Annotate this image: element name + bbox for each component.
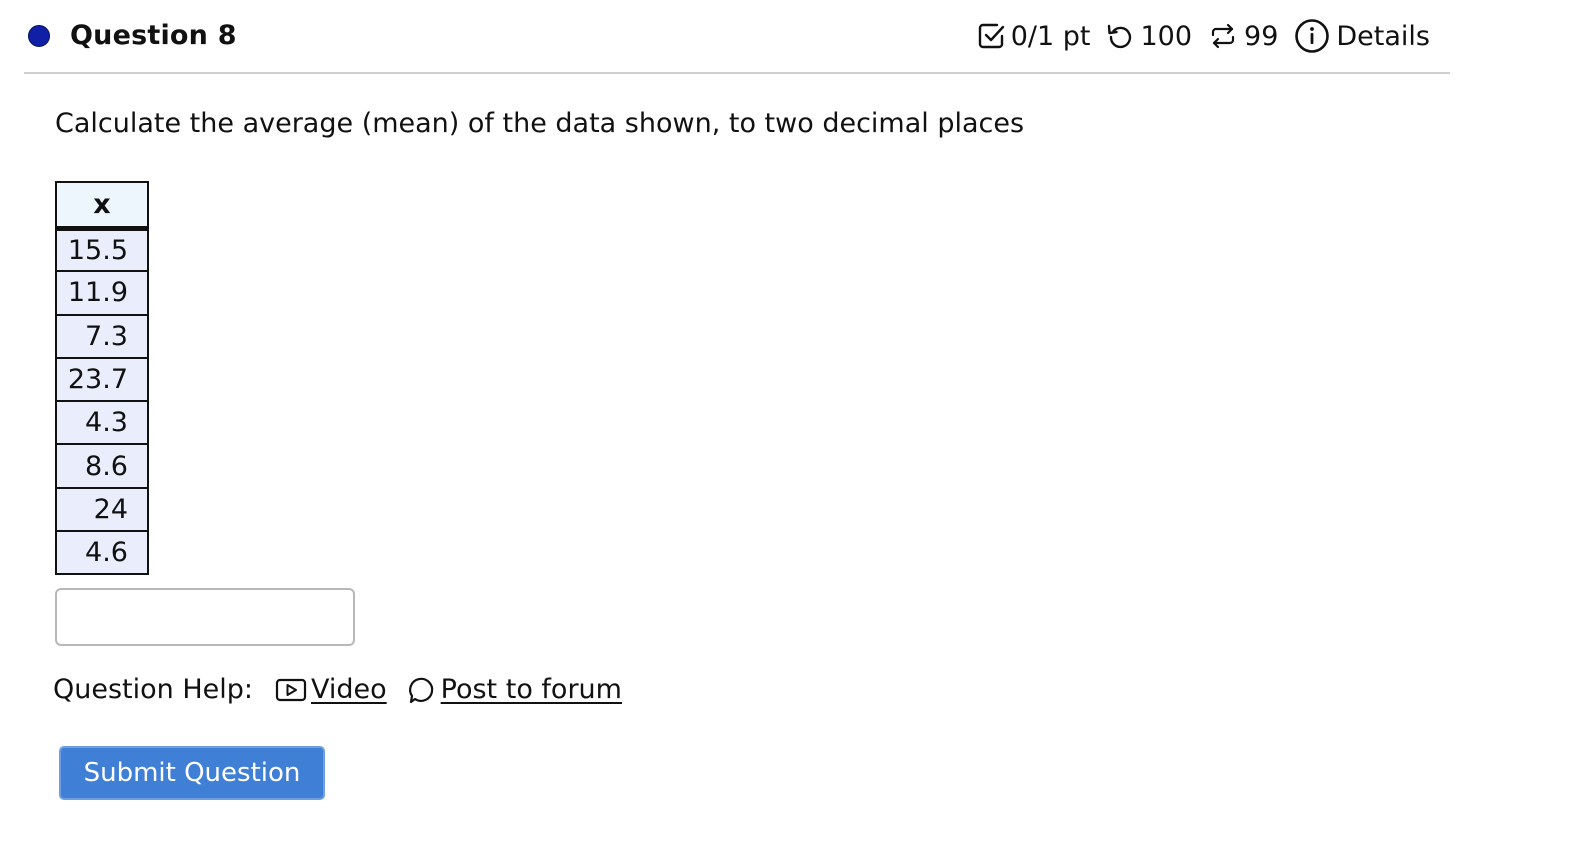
- repeat-icon: [1208, 21, 1238, 51]
- table-row: 8.6: [55, 443, 149, 489]
- table-cell: 11.9: [55, 270, 149, 316]
- versions-indicator: 99: [1208, 21, 1278, 52]
- table-cell: 24: [55, 486, 149, 533]
- table-cell: 7.3: [55, 313, 149, 359]
- score-indicator: 0/1 pt: [977, 20, 1091, 52]
- table-cell: 4.3: [55, 400, 149, 446]
- table-row: 23.7: [55, 356, 149, 403]
- question-prompt: Calculate the average (mean) of the data…: [55, 108, 1025, 139]
- info-icon: [1294, 18, 1330, 54]
- post-to-forum-link[interactable]: Post to forum: [407, 674, 622, 705]
- table-row: 24: [55, 486, 149, 533]
- question-meta: 0/1 pt 100 99 Details: [977, 18, 1430, 54]
- submit-question-button[interactable]: Submit Question: [59, 746, 325, 800]
- checkbox-icon: [977, 22, 1005, 50]
- video-label[interactable]: Video: [311, 674, 387, 705]
- undo-icon: [1106, 22, 1134, 50]
- status-dot: [28, 25, 50, 47]
- post-to-forum-label[interactable]: Post to forum: [441, 674, 622, 705]
- table-row: 15.5: [55, 226, 149, 273]
- retries-text: 100: [1140, 20, 1193, 52]
- comment-icon: [407, 675, 441, 705]
- question-help: Question Help: Video Post to forum: [53, 674, 622, 705]
- details-button[interactable]: Details: [1294, 18, 1430, 54]
- table-cell: 23.7: [55, 356, 149, 403]
- answer-input[interactable]: [55, 588, 355, 646]
- video-icon: [275, 677, 311, 703]
- retries-indicator: 100: [1106, 21, 1192, 52]
- video-link[interactable]: Video: [275, 674, 387, 705]
- table-cell: 4.6: [55, 530, 149, 576]
- table-row: 4.6: [55, 530, 149, 576]
- table-header-row: x: [55, 181, 149, 231]
- table-row: 7.3: [55, 313, 149, 359]
- question-title: Question 8: [70, 20, 237, 51]
- table-cell: 15.5: [55, 226, 149, 273]
- column-header-x: x: [55, 181, 149, 231]
- details-label[interactable]: Details: [1336, 21, 1430, 52]
- data-table: x 15.5 11.9 7.3 23.7 4.3 8.6 24 4.6: [55, 181, 149, 576]
- table-row: 4.3: [55, 400, 149, 446]
- table-row: 11.9: [55, 270, 149, 316]
- question-header: Question 8 0/1 pt 100 99 Details: [24, 12, 1450, 74]
- question-help-label: Question Help:: [53, 674, 253, 705]
- score-text: 0/1 pt: [1010, 20, 1091, 52]
- table-cell: 8.6: [55, 443, 149, 489]
- versions-text: 99: [1244, 20, 1279, 52]
